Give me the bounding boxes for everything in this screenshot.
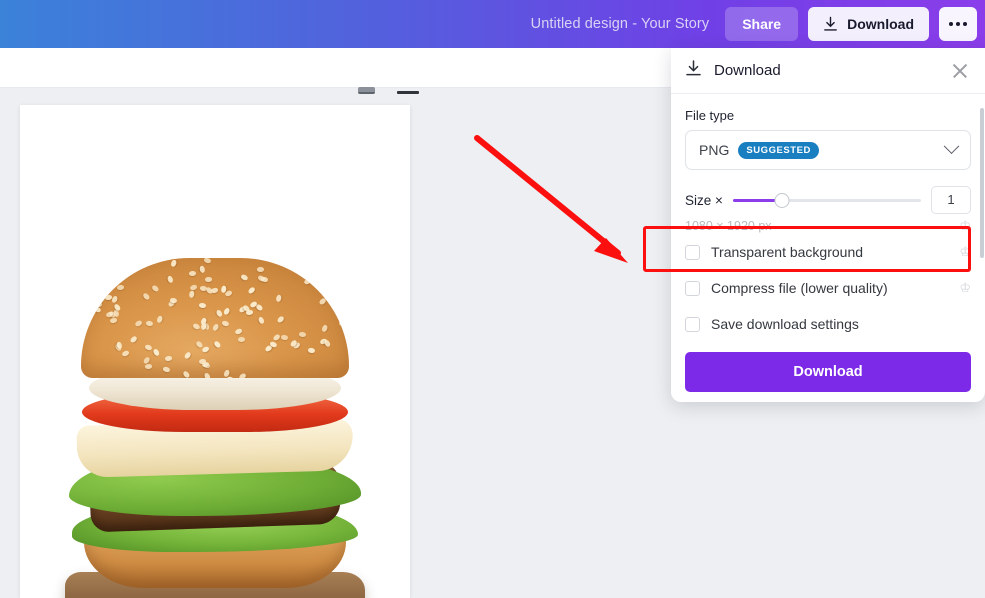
crown-icon: ♔ [959,244,971,259]
compress-file-checkbox[interactable] [685,280,700,296]
panel-scrollbar[interactable] [980,108,984,258]
download-button[interactable]: Download [808,7,929,41]
option-transparent-background[interactable]: Transparent background ♔ [685,234,971,270]
save-download-settings-checkbox[interactable] [685,316,700,332]
option-label: Transparent background [711,244,864,260]
design-canvas[interactable] [20,105,410,598]
option-label: Compress file (lower quality) [711,280,888,296]
download-panel-header: Download [671,48,985,94]
size-label: Size × [685,192,723,208]
more-options-button[interactable] [939,7,977,41]
download-panel: Download File type PNG SUGGESTED Size × … [671,48,985,402]
file-type-select[interactable]: PNG SUGGESTED [685,130,971,170]
dimensions-text: 1080 × 1920 px [685,219,772,233]
file-type-label: File type [685,108,735,123]
share-button[interactable]: Share [725,7,799,41]
option-save-download-settings[interactable]: Save download settings [685,306,971,342]
document-title: Untitled design - Your Story [530,16,710,32]
crown-icon: ♔ [959,280,971,295]
crown-icon: ♔ [959,218,971,233]
more-horizontal-icon [956,22,960,26]
sesame-bun-layer [81,258,349,378]
size-slider[interactable] [732,190,921,210]
download-arrow-icon [685,59,702,82]
more-horizontal-icon [949,22,953,26]
dimensions-row: 1080 × 1920 px ♔ [685,218,971,234]
download-button-label: Download [847,16,914,32]
suggested-badge: SUGGESTED [738,141,819,159]
close-icon[interactable] [949,60,971,82]
sesame-seeds [81,258,349,378]
download-arrow-icon [823,16,838,32]
file-type-value: PNG [699,142,730,158]
chevron-down-icon [943,137,960,154]
download-panel-body: File type PNG SUGGESTED Size × 1 1080 × … [671,94,985,342]
option-compress-file[interactable]: Compress file (lower quality) ♔ [685,270,971,306]
slider-thumb[interactable] [774,193,790,208]
canvas-mini-toolbar[interactable] [358,84,419,94]
panel-download-button[interactable]: Download [685,352,971,392]
size-row: Size × 1 [685,186,971,214]
more-horizontal-icon [963,22,967,26]
download-panel-title: Download [714,62,781,79]
size-input[interactable]: 1 [931,186,971,214]
top-toolbar: Untitled design - Your Story Share Downl… [0,0,985,48]
canva-editor-window: Untitled design - Your Story Share Downl… [0,0,985,598]
crop-tool-icon[interactable] [358,87,375,94]
flip-tool-icon[interactable] [397,91,419,94]
transparent-background-checkbox[interactable] [685,244,700,260]
hamburger-on-wooden-board-photo[interactable] [60,240,370,598]
option-label: Save download settings [711,316,859,332]
